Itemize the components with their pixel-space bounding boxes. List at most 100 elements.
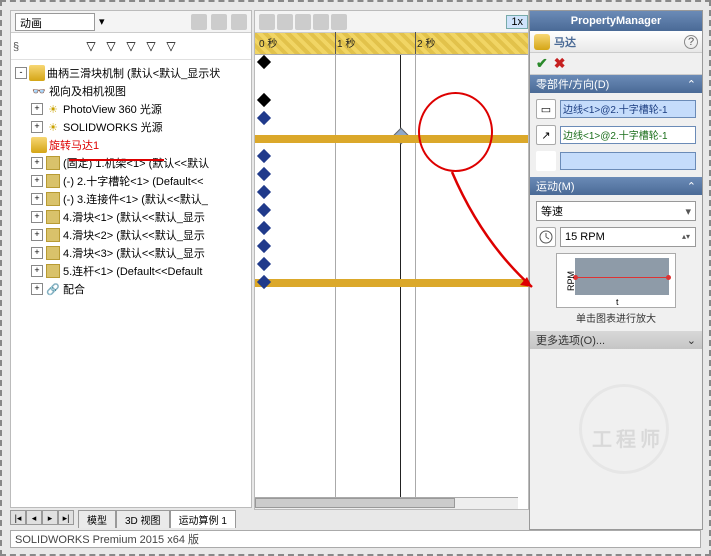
pm-section-more-label: 更多选项(O)... — [536, 332, 605, 348]
tree-motor[interactable]: 旋转马达1 — [13, 136, 249, 154]
tree-item-4-label: 4.滑块<1> (默认<<默认_显示 — [63, 209, 205, 225]
filter-icon-4[interactable]: ▽ — [142, 37, 160, 55]
keyframe-icon[interactable] — [257, 167, 271, 181]
chevron-up-icon[interactable]: ⌃ — [687, 78, 696, 91]
tab-arrow-last[interactable]: ▸| — [58, 510, 74, 525]
expand-icon[interactable]: + — [31, 247, 43, 259]
feature-tree: - 曲柄三滑块机制 (默认<默认_显示状 👓 视向及相机视图 + ☀ Photo… — [11, 60, 251, 302]
status-bar: SOLIDWORKS Premium 2015 x64 版 — [10, 530, 701, 548]
speed-type-combo[interactable]: 等速 — [536, 201, 696, 221]
timeline-ruler[interactable]: 0 秒 1 秒 2 秒 — [255, 33, 528, 55]
face-input-1[interactable]: 边线<1>@2.十字槽轮-1 — [560, 100, 696, 118]
filter-icon-2[interactable]: ▽ — [102, 37, 120, 55]
animation-type-combo[interactable]: 动画 — [15, 13, 95, 31]
expand-icon[interactable]: + — [31, 283, 43, 295]
tab-arrow-prev[interactable]: ◂ — [26, 510, 42, 525]
expand-icon[interactable]: + — [31, 175, 43, 187]
tree-pv360[interactable]: + ☀ PhotoView 360 光源 — [13, 100, 249, 118]
pm-title-row: 马达 ? — [530, 31, 702, 53]
tab-motion-study[interactable]: 运动算例 1 — [170, 510, 236, 528]
scrollbar-thumb[interactable] — [255, 498, 455, 508]
tree-views[interactable]: 👓 视向及相机视图 — [13, 82, 249, 100]
tree-item-4[interactable]: + 4.滑块<1> (默认<<默认_显示 — [13, 208, 249, 226]
keyframe-icon[interactable] — [257, 221, 271, 235]
tl-icon-3[interactable] — [295, 14, 311, 30]
tl-icon-4[interactable] — [313, 14, 329, 30]
keyframe-icon[interactable] — [257, 239, 271, 253]
keyframe-icon[interactable] — [257, 93, 271, 107]
filter-toolbar: § ▽ ▽ ▽ ▽ ▽ — [11, 33, 251, 60]
timeline-scrollbar[interactable] — [255, 497, 518, 509]
keyframe-icon[interactable] — [257, 55, 271, 69]
expand-icon[interactable]: + — [31, 157, 43, 169]
pm-section-motion[interactable]: 运动(M) ⌃ — [530, 177, 702, 195]
expand-icon[interactable]: + — [31, 211, 43, 223]
tree-item-6[interactable]: + 4.滑块<3> (默认<<默认_显示 — [13, 244, 249, 262]
tab-3dview[interactable]: 3D 视图 — [116, 510, 170, 528]
tree-item-2[interactable]: + (-) 2.十字槽轮<1> (Default<< — [13, 172, 249, 190]
tl-icon-5[interactable] — [331, 14, 347, 30]
speed-value-input[interactable]: 15 RPM — [560, 227, 696, 247]
tree-mates[interactable]: + 🔗 配合 — [13, 280, 249, 298]
component-icon[interactable] — [536, 151, 556, 171]
tl-icon-2[interactable] — [277, 14, 293, 30]
part-icon — [46, 174, 60, 188]
pm-header-label: PropertyManager — [571, 15, 661, 27]
expand-icon[interactable]: - — [15, 67, 27, 79]
toolbar-icon-3[interactable] — [231, 14, 247, 30]
toolbar-icon-2[interactable] — [211, 14, 227, 30]
expand-icon[interactable]: + — [31, 229, 43, 241]
filter-icon-1[interactable]: ▽ — [82, 37, 100, 55]
face-select-icon[interactable]: ▭ — [536, 99, 556, 119]
ruler-zero: 0 秒 — [259, 35, 277, 50]
chevron-up-icon[interactable]: ⌃ — [687, 180, 696, 193]
filter-icon-3[interactable]: ▽ — [122, 37, 140, 55]
chevron-down-icon[interactable]: ⌄ — [687, 334, 696, 347]
keyframe-icon[interactable] — [257, 111, 271, 125]
expand-icon[interactable]: + — [31, 265, 43, 277]
timeline-body[interactable] — [255, 55, 528, 509]
filter-icon-5[interactable]: ▽ — [162, 37, 180, 55]
expand-icon[interactable]: + — [31, 121, 43, 133]
tree-pv360-label: PhotoView 360 光源 — [63, 101, 162, 117]
motion-graph[interactable]: RPM t — [556, 253, 676, 308]
tab-arrow-first[interactable]: |◂ — [10, 510, 26, 525]
direction-input[interactable]: 边线<1>@2.十字槽轮-1 — [560, 126, 696, 144]
timeline-speed[interactable]: 1x — [506, 15, 528, 29]
ruler-two: 2 秒 — [417, 35, 435, 50]
tree-item-3[interactable]: + (-) 3.连接件<1> (默认<<默认_ — [13, 190, 249, 208]
swirl-decor: § — [13, 41, 19, 53]
ok-button[interactable]: ✔ — [536, 55, 548, 72]
tree-item-1-label: (固定) 1.机架<1> (默认<<默认 — [63, 155, 209, 171]
tree-motor-label: 旋转马达1 — [49, 137, 99, 153]
tabs-row: |◂ ◂ ▸ ▸| 模型 3D 视图 运动算例 1 — [10, 510, 236, 528]
tab-model[interactable]: 模型 — [78, 510, 116, 528]
tl-icon-1[interactable] — [259, 14, 275, 30]
status-text: SOLIDWORKS Premium 2015 x64 版 — [15, 531, 199, 547]
help-icon[interactable]: ? — [684, 35, 698, 49]
mates-icon: 🔗 — [45, 281, 61, 297]
keyframe-icon[interactable] — [257, 203, 271, 217]
tree-swlights[interactable]: + ☀ SOLIDWORKS 光源 — [13, 118, 249, 136]
tree-item-7[interactable]: + 5.连杆<1> (Default<<Default — [13, 262, 249, 280]
keyframe-icon[interactable] — [257, 149, 271, 163]
tree-root[interactable]: - 曲柄三滑块机制 (默认<默认_显示状 — [13, 64, 249, 82]
expand-icon[interactable]: + — [31, 193, 43, 205]
track-bar-1[interactable] — [255, 135, 528, 143]
keyframe-icon[interactable] — [257, 257, 271, 271]
pm-section-motion-body: 等速 15 RPM RPM t 单击图表进行放大 — [530, 195, 702, 331]
pm-section-component[interactable]: 零部件/方向(D) ⌃ — [530, 75, 702, 93]
tree-item-5[interactable]: + 4.滑块<2> (默认<<默认_显示 — [13, 226, 249, 244]
expand-icon[interactable]: + — [31, 103, 43, 115]
cancel-button[interactable]: ✖ — [554, 55, 566, 72]
tab-arrow-next[interactable]: ▸ — [42, 510, 58, 525]
track-bar-2[interactable] — [255, 279, 528, 287]
component-input[interactable] — [560, 152, 696, 170]
toolbar-icon-1[interactable] — [191, 14, 207, 30]
tree-item-3-label: (-) 3.连接件<1> (默认<<默认_ — [63, 191, 208, 207]
pm-section-more[interactable]: 更多选项(O)... ⌄ — [530, 331, 702, 349]
part-icon — [46, 156, 60, 170]
keyframe-icon[interactable] — [257, 185, 271, 199]
direction-icon[interactable]: ↗ — [536, 125, 556, 145]
tree-item-1[interactable]: + (固定) 1.机架<1> (默认<<默认 — [13, 154, 249, 172]
